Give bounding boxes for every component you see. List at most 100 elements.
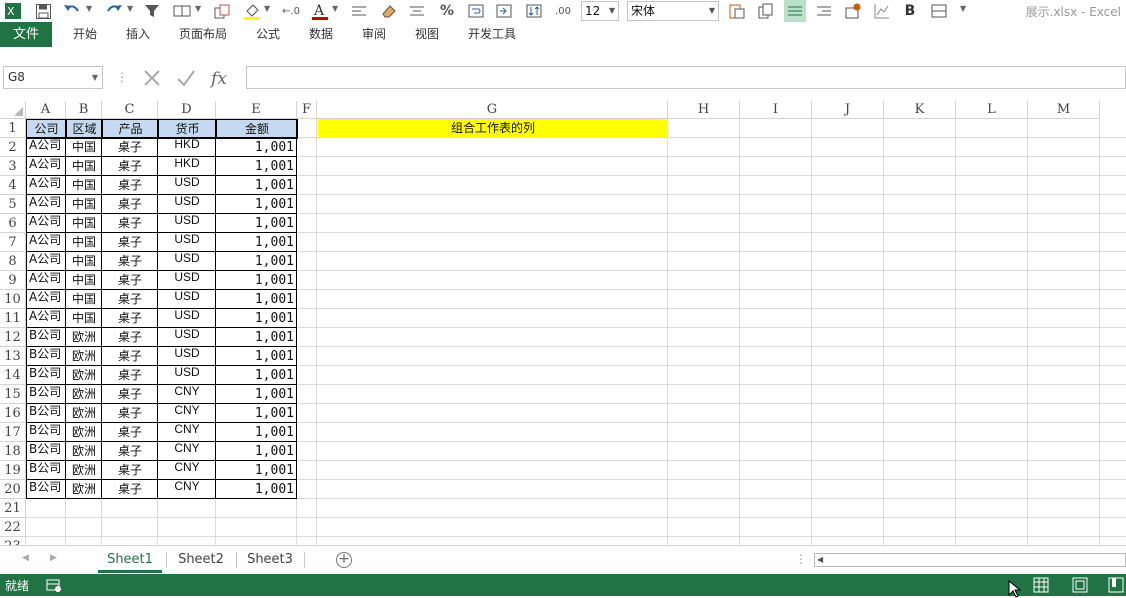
- add-sheet-button[interactable]: +: [336, 552, 352, 568]
- bold-icon[interactable]: B: [901, 0, 919, 22]
- table-cell[interactable]: 1,001: [216, 138, 297, 157]
- table-cell[interactable]: 1,001: [216, 252, 297, 271]
- table-cell[interactable]: B公司: [26, 366, 66, 385]
- redo-icon[interactable]: [104, 0, 124, 22]
- table-cell[interactable]: 桌子: [102, 442, 158, 461]
- table-cell[interactable]: A公司: [26, 233, 66, 252]
- table-header-cell[interactable]: 公司: [26, 119, 67, 139]
- font-size-box[interactable]: 12 ▼: [581, 1, 619, 21]
- table-cell[interactable]: 中国: [66, 138, 102, 157]
- column-header-l[interactable]: L: [956, 101, 1028, 119]
- row-header-3[interactable]: 3: [0, 157, 26, 176]
- table-cell[interactable]: A公司: [26, 309, 66, 328]
- row-header-20[interactable]: 20: [0, 480, 26, 499]
- table-cell[interactable]: CNY: [158, 480, 216, 499]
- worksheet-grid[interactable]: ABCDEFGHIJKLM 1 2 3 4 5 6 7 8 9 10 11 12 13 14 15 16 17 1…: [0, 101, 1126, 545]
- tab-insert[interactable]: 插入: [126, 22, 150, 47]
- table-cell[interactable]: B公司: [26, 423, 66, 442]
- row-header-4[interactable]: 4: [0, 176, 26, 195]
- table-cell[interactable]: 桌子: [102, 309, 158, 328]
- row-header-10[interactable]: 10: [0, 290, 26, 309]
- table-header-cell[interactable]: 产品: [102, 119, 159, 139]
- font-color-icon[interactable]: A: [310, 0, 330, 22]
- table-cell[interactable]: USD: [158, 176, 216, 195]
- table-cell[interactable]: B公司: [26, 385, 66, 404]
- chevron-down-icon[interactable]: ▼: [92, 67, 98, 88]
- row-header-17[interactable]: 17: [0, 423, 26, 442]
- table-cell[interactable]: 1,001: [216, 442, 297, 461]
- filter-icon[interactable]: [143, 0, 161, 22]
- row-header-21[interactable]: 21: [0, 499, 26, 518]
- table-cell[interactable]: A公司: [26, 157, 66, 176]
- sheet-tab-sheet3[interactable]: Sheet3: [240, 546, 300, 573]
- page-break-view-icon[interactable]: [1108, 577, 1124, 593]
- table-cell[interactable]: 桌子: [102, 461, 158, 480]
- table-cell[interactable]: 桌子: [102, 271, 158, 290]
- table-cell[interactable]: 桌子: [102, 366, 158, 385]
- table-cell[interactable]: 1,001: [216, 461, 297, 480]
- font-color-dropdown-icon[interactable]: ▼: [332, 4, 338, 13]
- table-cell[interactable]: B公司: [26, 442, 66, 461]
- table-cell[interactable]: USD: [158, 347, 216, 366]
- table-cell[interactable]: 1,001: [216, 385, 297, 404]
- cell-g1[interactable]: 组合工作表的列: [318, 119, 668, 138]
- table-cell[interactable]: 桌子: [102, 347, 158, 366]
- table-cell[interactable]: 欧洲: [66, 423, 102, 442]
- select-all-corner[interactable]: [0, 101, 26, 119]
- copy-format-icon[interactable]: [212, 0, 232, 22]
- borders-icon[interactable]: [929, 0, 949, 22]
- tab-formulas[interactable]: 公式: [256, 22, 280, 47]
- row-header-13[interactable]: 13: [0, 347, 26, 366]
- page-layout-view-icon[interactable]: [1072, 577, 1088, 593]
- table-cell[interactable]: CNY: [158, 442, 216, 461]
- decimal-icon[interactable]: ←.0: [281, 0, 301, 22]
- table-cell[interactable]: 欧洲: [66, 480, 102, 499]
- normal-view-icon[interactable]: [1033, 577, 1049, 593]
- table-cell[interactable]: 1,001: [216, 195, 297, 214]
- table-cell[interactable]: B公司: [26, 404, 66, 423]
- table-cell[interactable]: 1,001: [216, 366, 297, 385]
- table-cell[interactable]: HKD: [158, 157, 216, 176]
- table-cell[interactable]: 中国: [66, 157, 102, 176]
- table-cell[interactable]: 1,001: [216, 347, 297, 366]
- table-cell[interactable]: 1,001: [216, 176, 297, 195]
- table-cell[interactable]: USD: [158, 195, 216, 214]
- column-header-m[interactable]: M: [1028, 101, 1100, 119]
- tab-view[interactable]: 视图: [415, 22, 439, 47]
- table-cell[interactable]: USD: [158, 309, 216, 328]
- table-cell[interactable]: 欧洲: [66, 461, 102, 480]
- table-cell[interactable]: A公司: [26, 195, 66, 214]
- row-header-6[interactable]: 6: [0, 214, 26, 233]
- table-header-cell[interactable]: 货币: [158, 119, 217, 139]
- row-header-15[interactable]: 15: [0, 385, 26, 404]
- copy-icon[interactable]: [756, 0, 776, 22]
- decimal-places-icon[interactable]: .00: [553, 0, 573, 22]
- column-header-d[interactable]: D: [158, 101, 216, 119]
- table-cell[interactable]: 桌子: [102, 328, 158, 347]
- table-cell[interactable]: USD: [158, 252, 216, 271]
- table-cell[interactable]: USD: [158, 328, 216, 347]
- row-header-23[interactable]: 23: [0, 537, 26, 545]
- eraser-icon[interactable]: [379, 0, 399, 22]
- column-header-a[interactable]: A: [26, 101, 66, 119]
- save-icon[interactable]: [34, 0, 52, 22]
- table-cell[interactable]: 中国: [66, 214, 102, 233]
- table-cell[interactable]: 1,001: [216, 423, 297, 442]
- fill-color-dropdown-icon[interactable]: ▼: [264, 4, 270, 13]
- table-cell[interactable]: 桌子: [102, 214, 158, 233]
- macro-record-icon[interactable]: [46, 577, 62, 593]
- table-cell[interactable]: 欧洲: [66, 385, 102, 404]
- row-header-5[interactable]: 5: [0, 195, 26, 214]
- table-cell[interactable]: CNY: [158, 404, 216, 423]
- chevron-down-icon[interactable]: ▼: [709, 2, 715, 20]
- table-cell[interactable]: 1,001: [216, 309, 297, 328]
- table-cell[interactable]: 桌子: [102, 233, 158, 252]
- horizontal-scrollbar[interactable]: ◀: [814, 553, 1126, 567]
- table-cell[interactable]: HKD: [158, 138, 216, 157]
- table-cell[interactable]: 桌子: [102, 195, 158, 214]
- row-header-12[interactable]: 12: [0, 328, 26, 347]
- table-cell[interactable]: B公司: [26, 347, 66, 366]
- percent-icon[interactable]: %: [438, 0, 456, 22]
- scroll-left-arrow-icon[interactable]: ◀: [817, 555, 823, 564]
- table-cell[interactable]: A公司: [26, 176, 66, 195]
